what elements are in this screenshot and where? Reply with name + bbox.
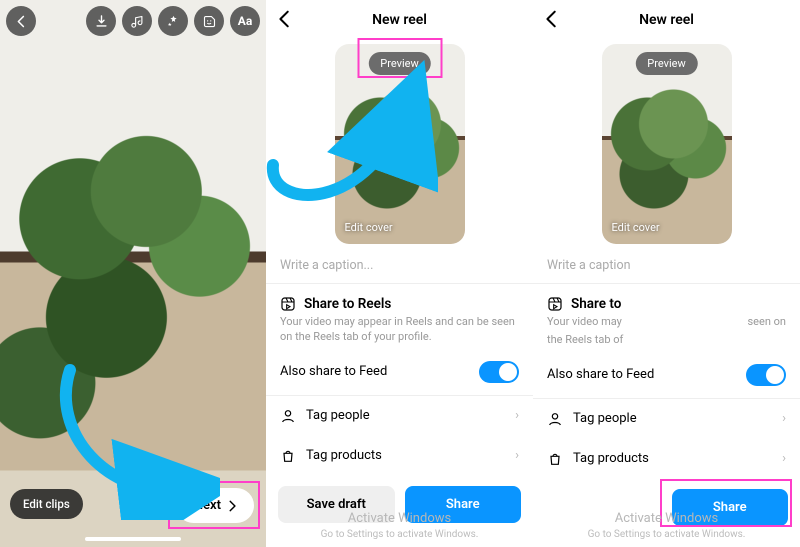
sticker-icon[interactable] (194, 6, 224, 36)
bag-icon (547, 451, 563, 467)
next-button-label: Next (194, 498, 221, 513)
tag-people-row[interactable]: Tag people › (533, 399, 800, 439)
back-icon[interactable] (541, 8, 563, 34)
header: New reel (533, 0, 800, 40)
tag-people-row[interactable]: Tag people › (266, 396, 533, 436)
next-button[interactable]: Next (176, 488, 254, 523)
cover-thumbnail[interactable]: Preview Edit cover (602, 44, 732, 244)
bottom-button-row: Save draft Share (266, 476, 533, 523)
share-section: Share to Your video may seen on the Reel… (533, 284, 800, 352)
share-section-desc: Your video may seen on (547, 315, 786, 330)
home-indicator (85, 537, 181, 541)
reels-icon (280, 296, 296, 312)
cover-thumbnail[interactable]: Preview Edit cover (335, 44, 465, 244)
edit-clips-button[interactable]: Edit clips (10, 489, 83, 519)
editor-top-toolbar: Aa (0, 6, 266, 36)
preview-button[interactable]: Preview (368, 52, 430, 75)
tag-products-row[interactable]: Tag products › (266, 436, 533, 476)
caption-input[interactable]: Write a caption... (266, 244, 533, 283)
screen-new-reel-b: New reel Preview Edit cover Write a capt… (533, 0, 800, 547)
preview-button[interactable]: Preview (635, 52, 697, 75)
tag-people-label: Tag people (573, 411, 637, 426)
back-icon[interactable] (274, 8, 296, 34)
effects-icon[interactable] (158, 6, 188, 36)
tag-people-label: Tag people (306, 408, 370, 423)
chevron-right-icon: › (782, 451, 786, 466)
also-share-label: Also share to Feed (280, 364, 387, 379)
also-share-toggle[interactable] (746, 364, 786, 386)
music-icon[interactable] (122, 6, 152, 36)
also-share-row[interactable]: Also share to Feed (533, 352, 800, 398)
text-icon[interactable]: Aa (230, 6, 260, 36)
back-icon[interactable] (6, 6, 36, 36)
share-section-desc-line2: the Reels tab of (547, 333, 786, 348)
bag-icon (280, 448, 296, 464)
screen-new-reel-a: New reel Preview Edit cover Write a capt… (266, 0, 533, 547)
reels-icon (547, 296, 563, 312)
also-share-label: Also share to Feed (547, 367, 654, 382)
screen-reel-editor: Aa Edit clips Next (0, 0, 266, 547)
caption-input[interactable]: Write a caption (533, 244, 800, 283)
chevron-right-icon: › (782, 411, 786, 426)
edit-cover-button[interactable]: Edit cover (612, 221, 660, 234)
person-icon (280, 408, 296, 424)
tag-products-row[interactable]: Tag products › (533, 439, 800, 479)
share-section-desc: Your video may appear in Reels and can b… (280, 315, 519, 345)
share-section-title: Share to (571, 296, 621, 312)
chevron-right-icon (225, 499, 239, 513)
reel-preview-canvas (0, 0, 266, 547)
share-button[interactable]: Share (672, 489, 789, 526)
edit-cover-button[interactable]: Edit cover (345, 221, 393, 234)
chevron-right-icon: › (515, 408, 519, 423)
bottom-button-row: Share (533, 479, 800, 526)
save-draft-button[interactable]: Save draft (278, 486, 395, 523)
download-icon[interactable] (86, 6, 116, 36)
person-icon (547, 411, 563, 427)
share-section: Share to Reels Your video may appear in … (266, 284, 533, 349)
also-share-toggle[interactable] (479, 361, 519, 383)
share-button[interactable]: Share (405, 486, 522, 523)
page-title: New reel (372, 12, 427, 28)
tag-products-label: Tag products (306, 448, 382, 463)
share-section-title: Share to Reels (304, 296, 391, 312)
chevron-right-icon: › (515, 448, 519, 463)
page-title: New reel (639, 12, 694, 28)
also-share-row[interactable]: Also share to Feed (266, 349, 533, 395)
header: New reel (266, 0, 533, 40)
tag-products-label: Tag products (573, 451, 649, 466)
